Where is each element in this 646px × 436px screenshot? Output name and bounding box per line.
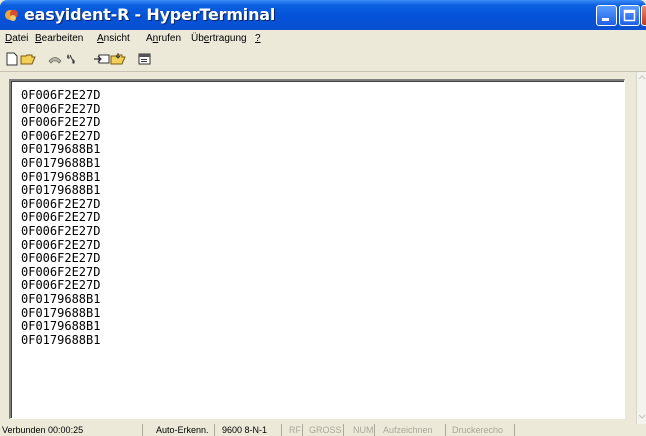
terminal-line: 0F006F2E27D [21,223,101,238]
terminal-line: 0F006F2E27D [21,278,101,293]
terminal-output[interactable]: 0F006F2E27D 0F006F2E27D 0F006F2E27D 0F006F2… [9,79,625,419]
window-title: easyident-R - HyperTerminal [24,5,276,24]
menu-anrufen-label: Anrufen [146,33,182,44]
terminal-line: 0F006F2E27D [21,115,101,130]
minimize-button[interactable] [596,5,617,26]
status-divider [514,424,515,436]
disconnect-phone-icon[interactable] [64,52,80,66]
status-divider [374,424,375,436]
status-divider [214,424,215,436]
scroll-down-icon[interactable] [638,413,646,421]
status-num: NUM [353,425,374,435]
terminal-line: 0F006F2E27D [21,210,101,225]
terminal-line: 0F0179688B1 [21,291,101,306]
title-bar[interactable]: easyident-R - HyperTerminal [0,0,646,30]
menu-bearbeiten[interactable]: Bearbeiten [35,33,83,44]
terminal-line: 0F0179688B1 [21,305,101,320]
terminal-line: 0F0179688B1 [21,183,101,198]
maximize-icon [623,9,636,22]
status-rf: RF [289,425,301,435]
status-detect: Auto-Erkenn. [156,425,209,435]
menu-bearbeiten-label: Bearbeiten [35,33,84,44]
menu-uebertragung[interactable]: Übertragung [191,33,247,44]
menu-ansicht-label: Ansicht [97,33,130,44]
open-folder-icon[interactable] [20,52,36,66]
terminal-line: 0F0179688B1 [21,332,101,347]
terminal-line: 0F0179688B1 [21,169,101,184]
send-icon[interactable] [94,52,110,66]
minimize-icon [602,18,609,21]
hyperterminal-app-icon[interactable] [4,7,20,23]
menu-datei-label: Datei [5,33,29,44]
terminal-line: 0F006F2E27D [21,101,101,116]
status-divider [302,424,303,436]
terminal-line: 0F006F2E27D [21,88,101,102]
terminal-area: 0F006F2E27D 0F006F2E27D 0F006F2E27D 0F006F2… [0,72,634,424]
new-document-icon[interactable] [4,52,20,66]
menu-uebertragung-label: Übertragung [191,33,247,44]
maximize-button[interactable] [619,5,640,26]
terminal-line: 0F006F2E27D [21,251,101,266]
terminal-line: 0F0179688B1 [21,155,101,170]
close-button[interactable] [641,5,646,26]
close-icon [642,6,646,25]
menu-anrufen[interactable]: Anrufen [146,33,181,44]
terminal-line: 0F0179688B1 [21,319,101,334]
connect-phone-icon[interactable] [47,52,63,66]
status-bar: Verbunden 00:00:25 Auto-Erkenn. 9600 8-N… [0,424,646,436]
vertical-scrollbar[interactable] [636,72,646,424]
status-port: 9600 8-N-1 [222,425,268,435]
menu-datei[interactable]: Datei [5,33,28,44]
terminal-line: 0F006F2E27D [21,237,101,252]
status-divider [142,424,143,436]
terminal-lines: 0F006F2E27D 0F006F2E27D 0F006F2E27D 0F006F2… [21,88,101,347]
scroll-up-icon[interactable] [638,73,646,81]
menu-help[interactable]: ? [255,33,261,44]
status-print-echo: Druckerecho [452,425,504,435]
status-divider [445,424,446,436]
terminal-line: 0F006F2E27D [21,264,101,279]
hyperterminal-window: easyident-R - HyperTerminal Datei Bearbe… [0,0,646,436]
properties-icon[interactable] [137,52,153,66]
menu-ansicht[interactable]: Ansicht [97,33,130,44]
status-capture: Aufzeichnen [383,425,433,435]
terminal-line: 0F006F2E27D [21,128,101,143]
menu-bar: Datei Bearbeiten Ansicht Anrufen Übertra… [0,30,646,47]
receive-icon[interactable] [110,52,126,66]
status-divider [343,424,344,436]
status-connected: Verbunden 00:00:25 [2,425,84,435]
menu-help-label: ? [255,33,261,44]
status-divider [281,424,282,436]
terminal-line: 0F0179688B1 [21,142,101,157]
toolbar [0,47,646,72]
status-caps: GROSS [309,425,342,435]
terminal-line: 0F006F2E27D [21,196,101,211]
